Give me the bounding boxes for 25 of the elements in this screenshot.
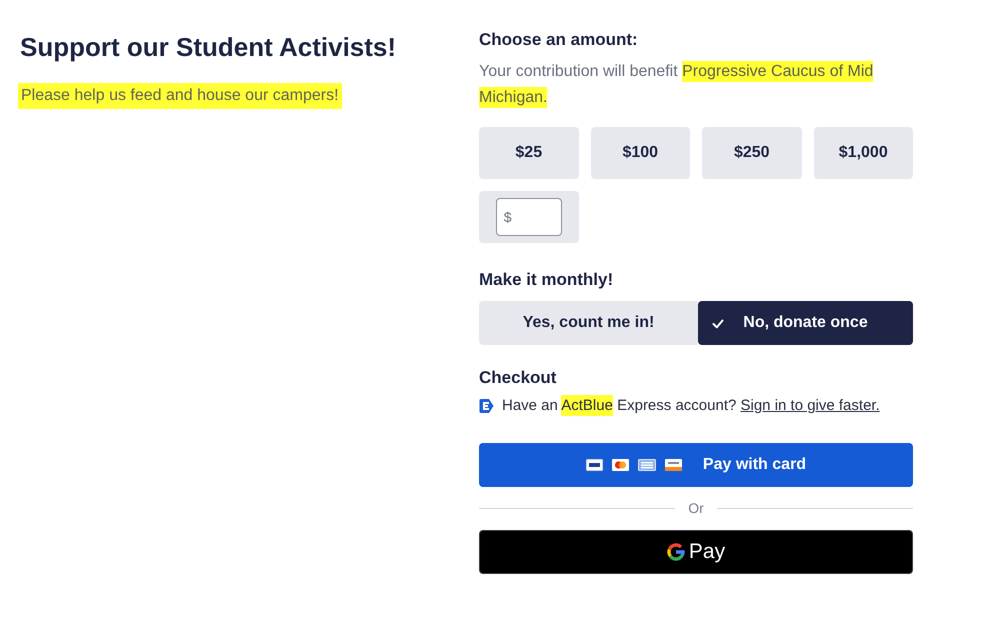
sign-in-link[interactable]: Sign in to give faster. [740,397,880,414]
pay-with-card-button[interactable]: Pay with card [479,443,913,487]
page-title: Support our Student Activists! [20,31,398,63]
frequency-option[interactable]: No, donate once [698,301,913,345]
card-icon [664,459,682,471]
section-heading: Make it monthly! [479,269,614,291]
card-icon [612,459,629,471]
tag-icon [479,399,494,413]
card-icon [586,459,603,471]
amount-button[interactable]: $100 [590,127,690,179]
google-pay-button[interactable]: Pay [479,530,913,574]
amount-button[interactable]: $250 [702,127,802,179]
card-icon [638,459,656,471]
express-account-text: Have an ActBlue Express account? Sign in to give faster. [502,395,880,417]
amount-button[interactable]: $25 [479,127,578,179]
intro-message: Please help us feed and house our campers! [18,83,342,109]
section-heading: Choose an amount: [479,29,639,51]
amount-button[interactable]: $1,000 [814,127,913,179]
section-heading: Checkout [479,367,558,389]
google-logo-icon [666,543,685,561]
check-icon [712,318,724,328]
beneficiary-note: Your contribution will benefit Progressive Caucus of Mid Michigan. [479,60,874,110]
frequency-option[interactable]: Yes, count me in! [479,301,698,345]
custom-amount-field[interactable]: $ [496,198,562,236]
separator-label: Or [688,499,704,518]
